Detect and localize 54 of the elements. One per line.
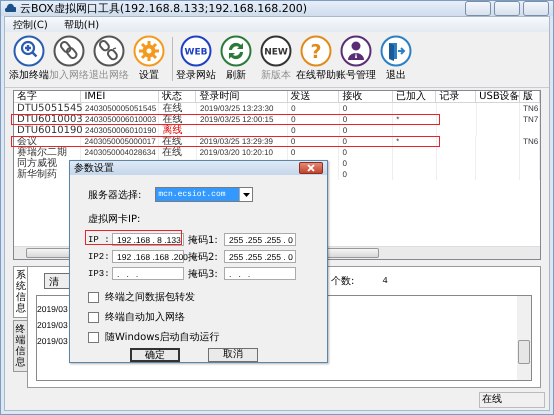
status-text: 在线 [479,392,545,408]
table-cell: TN7 [523,115,538,124]
log-line: 2019/03 [37,305,68,314]
table-cell: 2403050005000017 [84,137,156,146]
table-cell: 0 [342,126,348,135]
table-cell: 2019/03/20 10:20:10 [200,148,273,157]
table-cell: 0 [291,104,296,113]
table-cell: 0 [342,159,347,168]
table-cell: DTU6010190 [17,125,83,136]
table-cell: 2019/03/25 13:23:30 [200,104,274,113]
mask-label: 掩码2: [188,250,219,264]
log-line: 2019/03 [37,337,68,346]
mask-label: 掩码3: [188,268,219,280]
web-icon: WEB [180,35,212,67]
table-cell: DTU5051545 [17,103,83,114]
ip-label: IP3: [88,268,111,278]
table-cell: 2403050004028634 [84,148,156,157]
dialog-title: 参数设置 [74,162,114,175]
table-cell: 在线 [162,147,182,158]
table-cell: 0 [290,148,296,157]
table-cell: 新华制药 [17,169,57,180]
table-cell: 0 [342,137,347,146]
count-label: 个数: [331,275,354,288]
table-cell: * [396,137,400,146]
table-cell: 0 [291,126,296,135]
table-cell: 2403050005051545 [85,104,156,113]
section-label: 虚拟网卡IP: [88,212,142,226]
ip-label: IP : [88,234,111,244]
new-icon: NEW [260,35,292,67]
table-cell: 0 [342,148,347,157]
table-cell: 0 [290,137,296,146]
count-value: 4 [382,276,388,286]
mask-label: 掩码1: [188,234,219,246]
help-icon: ? [300,35,332,67]
table-cell: 2403050006010190 [85,126,156,135]
table-cell: 2403050006010003 [85,115,156,124]
table-cell: 赛瑞尔二期 [17,147,67,158]
table-cell: 同方威视 [17,158,57,169]
table-cell: 2019/03/25 13:29:39 [200,137,273,146]
window-title: 云BOX虚拟网口工具(192.168.8.133;192.168.168.200) [20,1,308,16]
server-label: 服务器选择: [88,188,142,202]
table-cell: 0 [291,115,296,124]
table-cell: 在线 [162,103,182,114]
table-cell: 0 [342,115,348,124]
table-cell: DTU6010003 [17,114,83,125]
table-cell: 离线 [162,125,182,136]
table-cell: 0 [342,170,347,179]
table-cell: 2019/03/25 12:00:15 [200,115,274,124]
table-cell: TN6 [523,104,538,113]
log-line: 2019/03 [37,321,68,330]
table-cell: * [396,115,400,124]
ip-label: IP2: [88,252,111,262]
table-cell: 0 [342,104,348,113]
table-cell: TN6 [523,137,538,146]
